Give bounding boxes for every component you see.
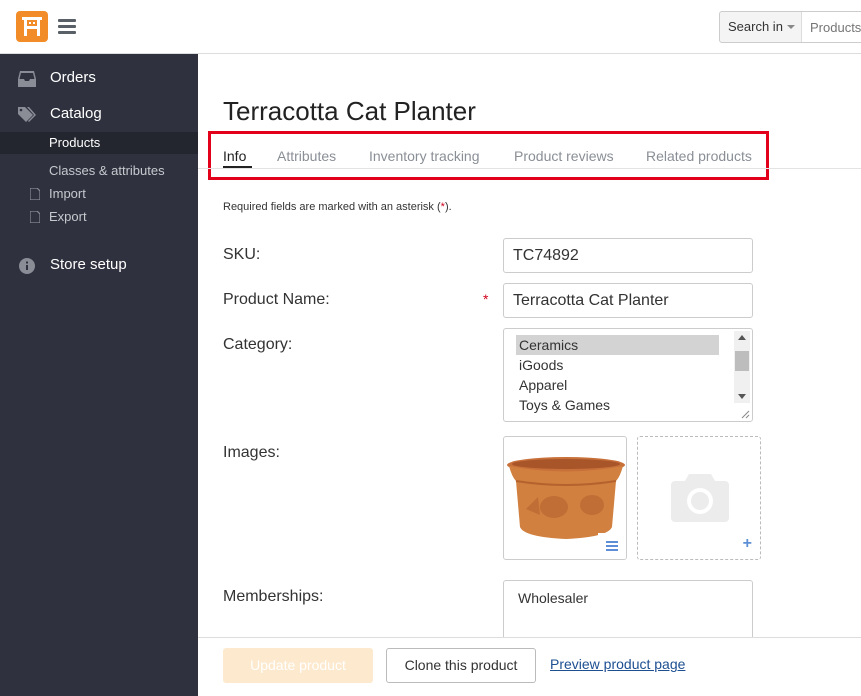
category-option[interactable]: iGoods — [516, 355, 719, 375]
tab-info[interactable]: Info — [223, 148, 246, 164]
sidebar-item-label: Export — [49, 209, 87, 224]
product-name-label: Product Name: — [223, 291, 330, 308]
sidebar-item-label: Store setup — [50, 256, 127, 273]
sidebar-item-label: Classes & attributes — [49, 163, 165, 178]
category-listbox[interactable]: Ceramics iGoods Apparel Toys & Games — [503, 328, 753, 422]
action-bar: Update product Clone this product Previe… — [198, 637, 861, 696]
required-asterisk: * — [483, 291, 489, 307]
active-tab-indicator — [223, 166, 252, 168]
product-name-field[interactable] — [503, 283, 753, 318]
sidebar-item-import[interactable]: Import — [0, 183, 198, 205]
export-icon — [30, 211, 40, 223]
resize-grip-icon[interactable] — [740, 409, 750, 419]
import-icon — [30, 188, 40, 200]
category-option[interactable]: Toys & Games — [516, 395, 719, 415]
product-image-thumbnail[interactable] — [503, 436, 627, 560]
sidebar: Orders Catalog Products Classes & attrib… — [0, 54, 198, 696]
chevron-down-icon — [787, 25, 795, 29]
update-product-button[interactable]: Update product — [223, 648, 373, 683]
tabs-divider — [198, 168, 861, 169]
tab-related-products[interactable]: Related products — [646, 148, 752, 164]
category-option[interactable]: Apparel — [516, 375, 719, 395]
info-icon — [19, 258, 35, 274]
scroll-thumb[interactable] — [735, 351, 749, 371]
sidebar-item-export[interactable]: Export — [0, 206, 198, 228]
tags-icon — [18, 107, 36, 122]
scroll-up-icon[interactable] — [738, 335, 746, 340]
preview-product-link[interactable]: Preview product page — [550, 656, 685, 672]
sku-label: SKU: — [223, 246, 261, 263]
category-label: Category: — [223, 336, 293, 353]
sidebar-item-label: Catalog — [50, 105, 102, 122]
top-header: Search in — [0, 0, 861, 54]
sidebar-item-label: Orders — [50, 69, 96, 86]
sidebar-item-products[interactable]: Products — [0, 132, 198, 154]
tab-inventory-tracking[interactable]: Inventory tracking — [369, 148, 480, 164]
sidebar-item-store-setup[interactable]: Store setup — [0, 248, 198, 284]
search-scope-select[interactable]: Search in — [720, 12, 802, 42]
sidebar-item-label: Import — [49, 186, 86, 201]
scroll-down-icon[interactable] — [738, 394, 746, 399]
required-fields-note: Required fields are marked with an aster… — [223, 201, 452, 213]
sidebar-item-classes-attributes[interactable]: Classes & attributes — [0, 160, 198, 182]
page-title: Terracotta Cat Planter — [223, 96, 476, 126]
sidebar-item-label: Products — [49, 135, 101, 150]
plus-icon[interactable]: + — [743, 535, 752, 553]
sku-field[interactable] — [503, 238, 753, 273]
menu-toggle-icon[interactable] — [58, 19, 76, 34]
header-search: Search in — [719, 11, 861, 43]
tab-attributes[interactable]: Attributes — [277, 148, 336, 164]
images-label: Images: — [223, 444, 280, 461]
camera-icon — [671, 474, 729, 522]
clone-product-button[interactable]: Clone this product — [386, 648, 536, 683]
listbox-scrollbar[interactable] — [734, 331, 750, 403]
image-menu-icon[interactable] — [598, 533, 626, 559]
inbox-icon — [18, 71, 36, 87]
search-scope-label: Search in — [728, 19, 783, 34]
sidebar-item-orders[interactable]: Orders — [0, 61, 198, 97]
add-image-tile[interactable]: + — [637, 436, 761, 560]
membership-option[interactable]: Wholesaler — [518, 590, 588, 606]
memberships-label: Memberships: — [223, 588, 324, 605]
xcart-logo[interactable] — [16, 11, 48, 42]
category-option[interactable]: Ceramics — [516, 335, 719, 355]
tab-product-reviews[interactable]: Product reviews — [514, 148, 614, 164]
sidebar-item-catalog[interactable]: Catalog — [0, 97, 198, 133]
search-input[interactable] — [802, 12, 861, 42]
